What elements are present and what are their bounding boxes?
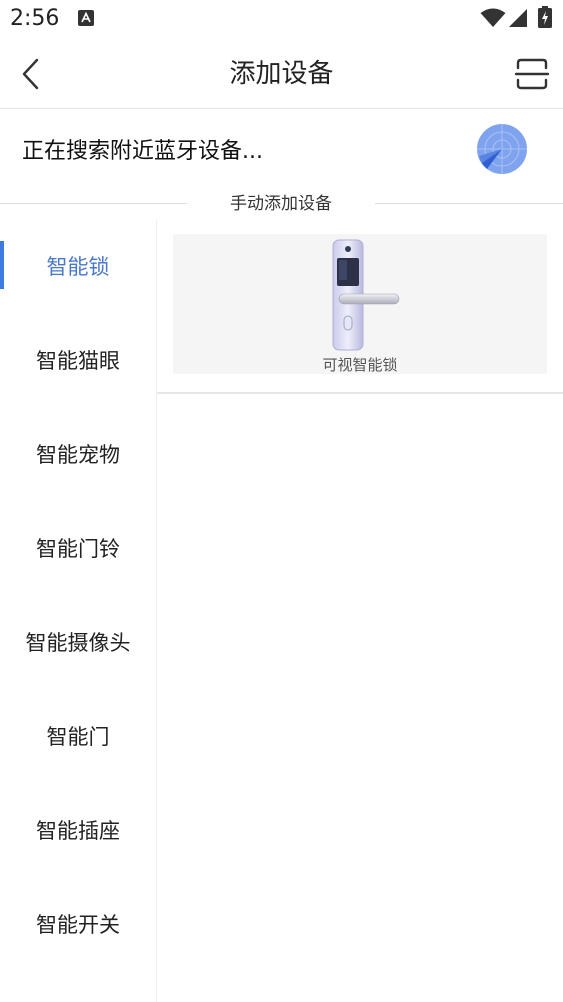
signal-icon [509, 9, 527, 27]
scan-button[interactable] [514, 56, 550, 92]
battery-icon [538, 6, 552, 28]
bluetooth-search-row: 正在搜索附近蓝牙设备... [0, 109, 563, 189]
category-item-smart-socket[interactable]: 智能插座 [0, 784, 156, 878]
category-item-smart-switch[interactable]: 智能开关 [0, 878, 156, 972]
a-notification-icon [78, 10, 94, 26]
chevron-left-icon [22, 58, 39, 90]
wifi-icon [480, 8, 506, 27]
search-status-text: 正在搜索附近蓝牙设备... [22, 139, 263, 164]
category-item-smart-camera[interactable]: 智能摄像头 [0, 596, 156, 690]
app-header: 添加设备 [0, 40, 563, 109]
divider-line [0, 203, 187, 204]
device-card[interactable]: 可视智能锁 [173, 234, 547, 374]
manual-add-divider: 手动添加设备 [0, 188, 563, 220]
category-item-smart-lock[interactable]: 智能锁 [0, 220, 156, 314]
divider-line [375, 203, 563, 204]
category-sidebar: 智能锁 智能猫眼 智能宠物 智能门铃 智能摄像头 智能门 智能插座 智能开关 [0, 220, 157, 1002]
category-item-smart-door[interactable]: 智能门 [0, 690, 156, 784]
page-title: 添加设备 [229, 59, 334, 89]
device-label: 可视智能锁 [322, 356, 398, 374]
device-grid: 可视智能锁 [157, 220, 563, 394]
back-button[interactable] [14, 54, 50, 94]
status-time: 2:56 [10, 6, 60, 31]
category-item-smart-doorbell[interactable]: 智能门铃 [0, 502, 156, 596]
manual-add-label: 手动添加设备 [230, 194, 332, 214]
status-bar: 2:56 [0, 0, 563, 40]
smart-lock-icon [332, 239, 400, 351]
category-item-smart-peephole[interactable]: 智能猫眼 [0, 314, 156, 408]
scan-icon [514, 58, 550, 90]
category-item-smart-pet[interactable]: 智能宠物 [0, 408, 156, 502]
radar-icon[interactable] [476, 123, 528, 175]
